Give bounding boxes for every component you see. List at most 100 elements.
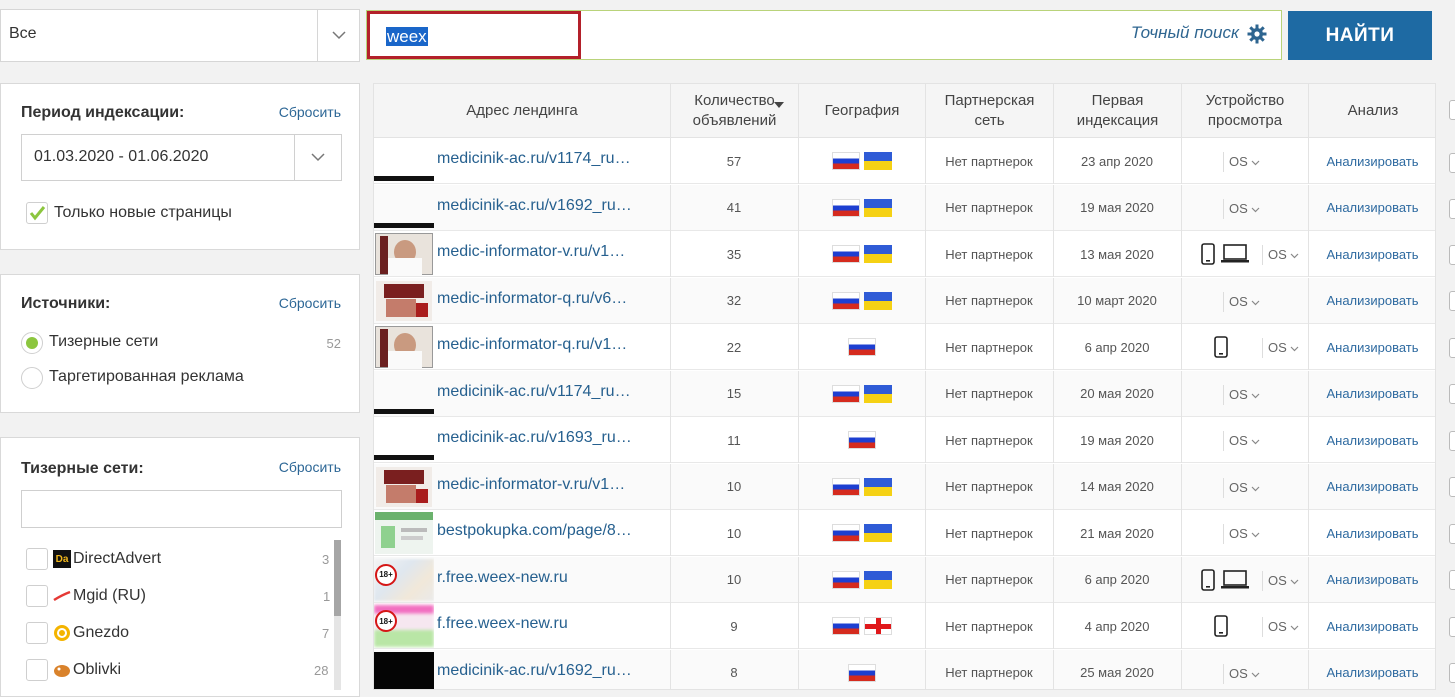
network-checkbox-gnezdo[interactable] <box>26 622 48 644</box>
header-geo[interactable]: География <box>798 84 925 138</box>
phone-icon <box>1214 615 1228 642</box>
landing-thumbnail[interactable] <box>374 464 434 509</box>
row-select-checkbox[interactable] <box>1449 431 1455 451</box>
header-partner[interactable]: Партнерская сеть <box>925 84 1053 138</box>
landing-thumbnail[interactable] <box>374 650 434 689</box>
landing-thumbnail[interactable]: 18+ <box>374 557 434 602</box>
landing-thumbnail[interactable] <box>374 278 434 323</box>
landing-thumbnail[interactable] <box>374 417 434 462</box>
landing-url-link[interactable]: medic-informator-v.ru/v1… <box>437 476 625 494</box>
source-radio-targeted[interactable] <box>21 367 43 389</box>
os-dropdown[interactable]: OS <box>1229 666 1260 681</box>
network-checkbox-oblivki[interactable] <box>26 659 48 681</box>
row-select-checkbox[interactable] <box>1449 663 1455 683</box>
search-type-select[interactable]: Все <box>0 9 360 62</box>
row-select-checkbox[interactable] <box>1449 199 1455 219</box>
os-dropdown[interactable]: OS <box>1268 247 1299 262</box>
analyze-link[interactable]: Анализировать <box>1308 324 1435 370</box>
header-first-index[interactable]: Первая индексация <box>1053 84 1181 138</box>
desktop-icon <box>1221 569 1249 595</box>
os-dropdown[interactable]: OS <box>1229 526 1260 541</box>
table-row: 18+ f.free.weex-new.ru 9 Нет партнерок 4 апр… <box>374 603 1435 649</box>
new-pages-checkbox[interactable] <box>26 202 48 224</box>
os-dropdown[interactable]: OS <box>1268 340 1299 355</box>
landing-url-link[interactable]: medic-informator-v.ru/v1… <box>437 243 625 261</box>
find-button[interactable]: НАЙТИ <box>1288 11 1432 60</box>
os-separator <box>1223 384 1224 405</box>
first-index-date: 19 мая 2020 <box>1080 200 1154 215</box>
chevron-down-icon[interactable] <box>294 135 341 180</box>
analyze-link[interactable]: Анализировать <box>1308 278 1435 324</box>
analyze-link[interactable]: Анализировать <box>1308 371 1435 417</box>
partner-network: Нет партнерок <box>945 200 1033 215</box>
landing-url-link[interactable]: bestpokupka.com/page/8… <box>437 522 632 540</box>
gear-icon[interactable] <box>1247 24 1267 49</box>
search-input[interactable]: weex <box>367 11 581 59</box>
header-device[interactable]: Устройство просмотра <box>1181 84 1308 138</box>
analyze-link[interactable]: Анализировать <box>1308 464 1435 510</box>
os-dropdown[interactable]: OS <box>1229 154 1260 169</box>
landing-url-link[interactable]: medicinik-ac.ru/v1692_ru… <box>437 662 632 680</box>
partner-network: Нет партнерок <box>945 479 1033 494</box>
sources-reset-link[interactable]: Сбросить <box>279 295 341 311</box>
row-select-checkbox[interactable] <box>1449 617 1455 637</box>
os-dropdown[interactable]: OS <box>1268 573 1299 588</box>
row-select-checkbox[interactable] <box>1449 338 1455 358</box>
analyze-link[interactable]: Анализировать <box>1308 557 1435 603</box>
row-select-checkbox[interactable] <box>1449 291 1455 311</box>
sort-desc-icon[interactable] <box>774 95 784 115</box>
header-count[interactable]: Количество объявлений <box>670 84 798 138</box>
row-select-checkbox[interactable] <box>1449 245 1455 265</box>
network-checkbox-mgid[interactable] <box>26 585 48 607</box>
landing-url-link[interactable]: medicinik-ac.ru/v1174_ru… <box>437 150 631 168</box>
landing-url-link[interactable]: medic-informator-q.ru/v1… <box>437 336 627 354</box>
ads-count: 35 <box>726 246 742 262</box>
first-index-date: 19 мая 2020 <box>1080 432 1154 448</box>
landing-url-link[interactable]: medicinik-ac.ru/v1693_ru… <box>437 429 632 447</box>
os-dropdown[interactable]: OS <box>1268 619 1299 634</box>
landing-url-link[interactable]: r.free.weex-new.ru <box>437 569 568 587</box>
os-dropdown[interactable]: OS <box>1229 480 1260 495</box>
landing-url-link[interactable]: medicinik-ac.ru/v1692_ru… <box>437 197 632 215</box>
os-dropdown[interactable]: OS <box>1229 387 1260 402</box>
landing-url-link[interactable]: f.free.weex-new.ru <box>437 615 568 633</box>
row-select-checkbox[interactable] <box>1449 570 1455 590</box>
geo-flags <box>798 278 925 324</box>
header-address[interactable]: Адрес лендинга <box>374 84 670 138</box>
row-select-checkbox[interactable] <box>1449 100 1455 120</box>
analyze-link[interactable]: Анализировать <box>1308 231 1435 277</box>
date-range-select[interactable]: 01.03.2020 - 01.06.2020 <box>21 134 342 181</box>
analyze-link[interactable]: Анализировать <box>1308 138 1435 184</box>
landing-thumbnail[interactable] <box>374 185 434 230</box>
os-dropdown[interactable]: OS <box>1229 433 1260 448</box>
network-search-input[interactable] <box>21 490 342 528</box>
row-select-checkbox[interactable] <box>1449 153 1455 173</box>
network-checkbox-directadvert[interactable] <box>26 548 48 570</box>
analyze-link[interactable]: Анализировать <box>1308 185 1435 231</box>
os-dropdown[interactable]: OS <box>1229 294 1260 309</box>
landing-thumbnail[interactable] <box>374 324 434 369</box>
landing-thumbnail[interactable] <box>374 510 434 555</box>
row-select-checkbox[interactable] <box>1449 384 1455 404</box>
period-reset-link[interactable]: Сбросить <box>279 104 341 120</box>
os-dropdown[interactable]: OS <box>1229 201 1260 216</box>
precise-search-toggle[interactable]: Точный поиск <box>1131 23 1239 43</box>
landing-thumbnail[interactable]: 18+ <box>374 603 434 648</box>
analyze-link[interactable]: Анализировать <box>1308 650 1435 690</box>
analyze-link[interactable]: Анализировать <box>1308 417 1435 463</box>
analyze-link[interactable]: Анализировать <box>1308 510 1435 556</box>
networks-reset-link[interactable]: Сбросить <box>279 459 341 475</box>
landing-thumbnail[interactable] <box>374 138 434 183</box>
source-radio-teaser[interactable] <box>21 332 43 354</box>
scrollbar-thumb[interactable] <box>334 540 341 616</box>
landing-url-link[interactable]: medic-informator-q.ru/v6… <box>437 290 627 308</box>
row-select-checkbox[interactable] <box>1449 477 1455 497</box>
analyze-link[interactable]: Анализировать <box>1308 603 1435 649</box>
landing-url-link[interactable]: medicinik-ac.ru/v1174_ru… <box>437 383 631 401</box>
row-select-checkbox[interactable] <box>1449 524 1455 544</box>
landing-thumbnail[interactable] <box>374 371 434 416</box>
landing-thumbnail[interactable] <box>374 231 434 276</box>
networks-scrollbar[interactable] <box>334 540 341 690</box>
header-analysis[interactable]: Анализ <box>1308 84 1435 138</box>
chevron-down-icon[interactable] <box>317 10 359 61</box>
